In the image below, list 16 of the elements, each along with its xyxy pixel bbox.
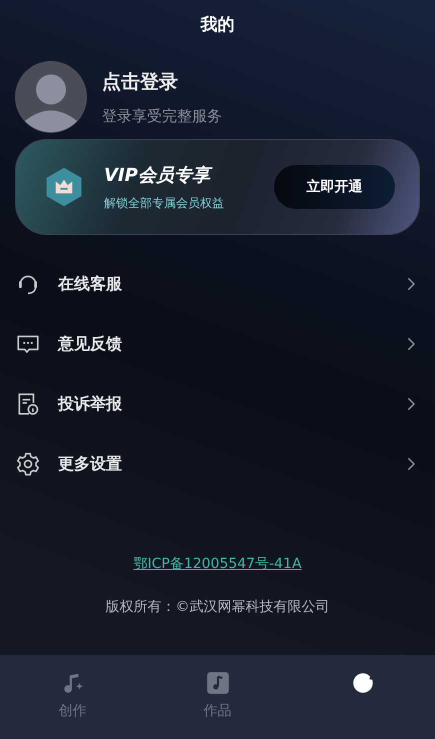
icp-link[interactable]: 鄂ICP备12005547号-41A <box>133 555 302 573</box>
login-subtitle: 登录享受完整服务 <box>102 106 222 126</box>
activate-button[interactable]: 立即开通 <box>274 165 395 209</box>
vip-card[interactable]: VIP会员专享 解锁全部专属会员权益 立即开通 <box>15 139 420 235</box>
menu-item[interactable]: 意见反馈 <box>15 314 420 374</box>
menu-item[interactable]: 更多设置 <box>15 434 420 494</box>
login-link[interactable]: 点击登录 <box>102 68 222 94</box>
vip-title: VIP会员专享 <box>104 162 256 186</box>
vip-subtitle: 解锁全部专属会员权益 <box>104 194 225 212</box>
menu-item[interactable]: 在线客服 <box>15 254 420 314</box>
gear-icon <box>15 451 41 477</box>
avatar-icon[interactable] <box>15 61 87 133</box>
copyright-text: 版权所有：©武汉网幂科技有限公司 <box>106 598 330 616</box>
music-note-icon <box>204 670 230 696</box>
page-title: 我的 <box>200 14 234 36</box>
menu-item[interactable]: 投诉举报 <box>15 374 420 434</box>
